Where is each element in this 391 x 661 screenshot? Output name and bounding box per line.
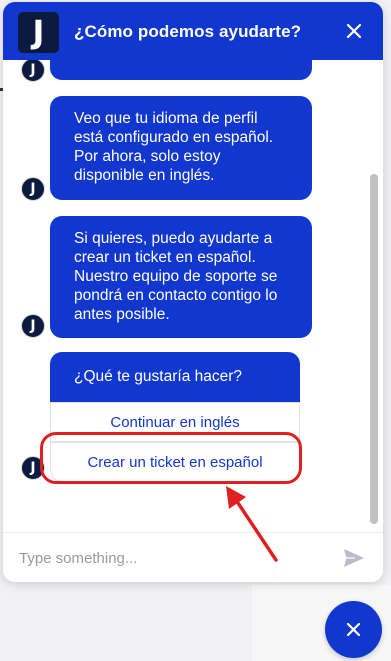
bot-avatar: J [21,314,45,338]
message-bubble-previous [50,60,312,80]
chat-title: ¿Cómo podemos ayudarte? [74,22,302,41]
bot-avatar: J [21,177,45,201]
message-line: Por ahora, solo estoy [74,148,221,165]
close-icon [346,622,361,637]
message-line: crear un ticket en español. [74,249,256,266]
message-line: antes posible. [74,306,170,323]
bot-avatar: J [21,60,45,82]
message-composer [3,532,383,582]
message-line: está configurado en español. [74,129,274,146]
chat-header: J ¿Cómo podemos ayudarte? [3,2,383,60]
close-icon[interactable] [343,20,365,42]
message-line: disponible en inglés. [74,167,215,184]
choice-prompt: ¿Qué te gustaría hacer? [50,352,300,402]
chat-window: J ¿Cómo podemos ayudarte? J Veo que tu i… [3,2,383,582]
chat-launcher-button[interactable] [325,601,382,658]
send-icon[interactable] [342,547,366,569]
scrollbar-thumb[interactable] [370,174,378,524]
message-bubble-ticket-offer: Si quieres, puedo ayudarte a crear un ti… [50,216,312,338]
annotation-highlight [40,432,302,484]
message-bubble-language: Veo que tu idioma de perfil está configu… [50,96,312,200]
brand-logo: J [18,12,59,53]
message-input[interactable] [17,543,321,573]
message-line: Veo que tu idioma de perfil [74,110,258,127]
message-line: Nuestro equipo de soporte se [74,268,278,285]
message-line: Si quieres, puedo ayudarte a [74,230,273,247]
message-line: pondrá en contacto contigo lo [74,287,278,304]
